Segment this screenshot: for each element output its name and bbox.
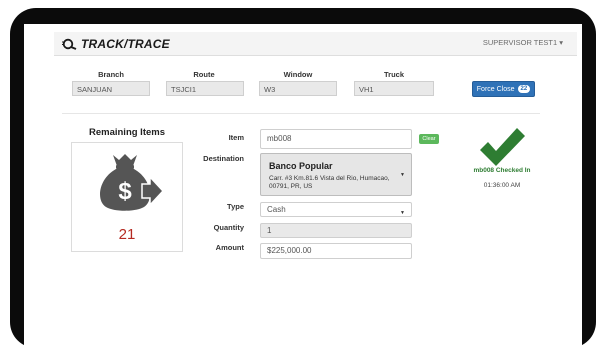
- force-close-count-badge: 22: [517, 85, 531, 93]
- type-label: Type: [227, 202, 244, 211]
- svg-text:$: $: [118, 178, 132, 205]
- destination-select[interactable]: Banco Popular Carr. #3 Km.81.6 Vista del…: [260, 153, 412, 196]
- check-in-status: [477, 125, 527, 169]
- window-field: W3: [259, 81, 337, 96]
- window-label: Window: [283, 70, 313, 79]
- remaining-items-panel: $ 21: [71, 142, 183, 252]
- destination-name: Banco Popular: [269, 161, 333, 171]
- item-label: Item: [228, 133, 244, 142]
- amount-input[interactable]: $225,000.00: [260, 243, 412, 259]
- chevron-down-icon: ▼: [400, 210, 405, 216]
- truck-label: Truck: [383, 70, 404, 79]
- user-menu[interactable]: SUPERVISOR TEST1 ▾: [483, 38, 563, 47]
- branch-label: Branch: [98, 70, 124, 79]
- check-in-time: 01:36:00 AM: [483, 182, 521, 189]
- navbar: TRACK/TRACE SUPERVISOR TEST1 ▾: [54, 32, 577, 56]
- type-select[interactable]: Cash ▼: [260, 202, 412, 217]
- type-value: Cash: [267, 205, 286, 214]
- truck-logo-icon: [62, 38, 77, 50]
- branch-field: SANJUAN: [72, 81, 150, 96]
- truck-field: VH1: [354, 81, 434, 96]
- chevron-down-icon: ▼: [400, 172, 405, 178]
- checkmark-icon: [480, 128, 525, 166]
- route-field: TSJCI1: [166, 81, 244, 96]
- destination-address: Carr. #3 Km.81.6 Vista del Rio, Humacao,…: [269, 175, 390, 190]
- force-close-label: Force Close: [476, 85, 515, 93]
- app-screen: TRACK/TRACE SUPERVISOR TEST1 ▾ Branch SA…: [24, 24, 582, 354]
- app-logo[interactable]: TRACK/TRACE: [62, 36, 170, 51]
- quantity-field: 1: [260, 223, 412, 238]
- clear-button[interactable]: Clear: [419, 134, 439, 144]
- quantity-label: Quantity: [213, 223, 244, 232]
- amount-label: Amount: [215, 243, 244, 252]
- divider: [62, 113, 540, 114]
- remaining-items-title: Remaining Items: [88, 127, 166, 138]
- remaining-count: 21: [118, 226, 136, 243]
- force-close-button[interactable]: Force Close 22: [472, 81, 535, 97]
- destination-label: Destination: [203, 154, 244, 163]
- device-frame: TRACK/TRACE SUPERVISOR TEST1 ▾ Branch SA…: [0, 0, 600, 354]
- money-bag-arrow-icon: $: [100, 154, 164, 211]
- logo-text: TRACK/TRACE: [81, 36, 170, 51]
- route-label: Route: [193, 70, 215, 79]
- check-in-message: mb008 Checked In: [473, 167, 531, 174]
- item-input[interactable]: mb008: [260, 129, 412, 149]
